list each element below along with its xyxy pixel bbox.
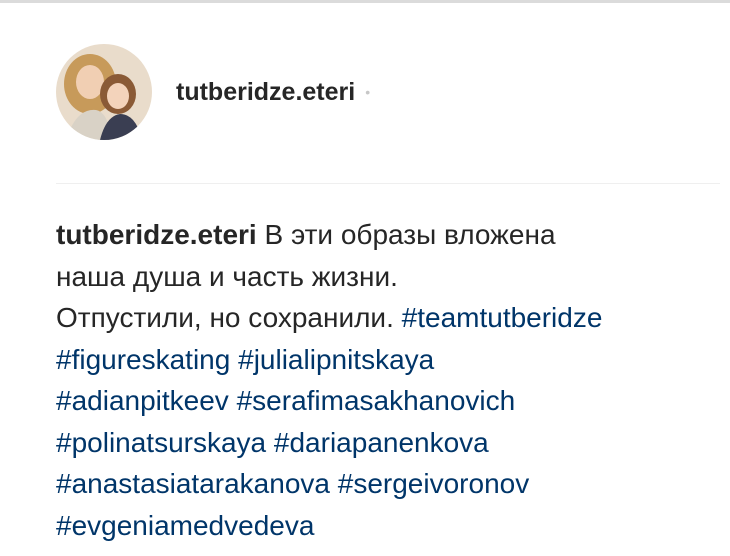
caption-line-6: #polinatsurskaya #dariapanenkova bbox=[56, 422, 720, 464]
hashtag-link[interactable]: #adianpitkeev bbox=[56, 385, 229, 416]
post-header: tutberidze.eteri • bbox=[56, 42, 370, 142]
caption-line-4: #figureskating #julialipnitskaya bbox=[56, 339, 720, 381]
hashtag-link[interactable]: #dariapanenkova bbox=[274, 427, 489, 458]
hashtag-link[interactable]: #anastasiatarakanova bbox=[56, 468, 330, 499]
hashtag-link[interactable]: #julialipnitskaya bbox=[238, 344, 434, 375]
caption-line-5: #adianpitkeev #serafimasakhanovich bbox=[56, 380, 720, 422]
hashtag-link[interactable]: #polinatsurskaya bbox=[56, 427, 266, 458]
divider bbox=[56, 183, 720, 184]
hashtag-link[interactable]: #evgeniamedvedeva bbox=[56, 510, 314, 541]
avatar[interactable] bbox=[56, 44, 152, 140]
hashtag-link[interactable]: #teamtutberidze bbox=[402, 302, 603, 333]
caption-line-7: #anastasiatarakanova #sergeivoronov bbox=[56, 463, 720, 505]
hashtag-link[interactable]: #figureskating bbox=[56, 344, 230, 375]
post-caption: tutberidze.eteri В эти образы вложена на… bbox=[56, 214, 720, 546]
caption-text-2: наша душа и часть жизни. bbox=[56, 260, 398, 292]
hashtag-link[interactable]: #serafimasakhanovich bbox=[237, 385, 516, 416]
caption-line-8: #evgeniamedvedeva bbox=[56, 505, 720, 547]
caption-line-3: Отпустили, но сохранили. #teamtutberidze bbox=[56, 297, 720, 339]
header-separator: • bbox=[365, 84, 371, 100]
header-username[interactable]: tutberidze.eteri bbox=[176, 78, 355, 107]
caption-text-3: Отпустили, но сохранили. bbox=[56, 302, 394, 333]
top-border bbox=[0, 0, 730, 3]
avatar-photo-icon bbox=[56, 44, 152, 140]
hashtag-link[interactable]: #sergeivoronov bbox=[338, 468, 529, 499]
caption-text-1: В эти образы вложена bbox=[264, 219, 556, 250]
caption-line-1: tutberidze.eteri В эти образы вложена bbox=[56, 214, 720, 256]
caption-username[interactable]: tutberidze.eteri bbox=[56, 219, 257, 250]
caption-line-2: наша душа и часть жизни. bbox=[56, 256, 720, 298]
